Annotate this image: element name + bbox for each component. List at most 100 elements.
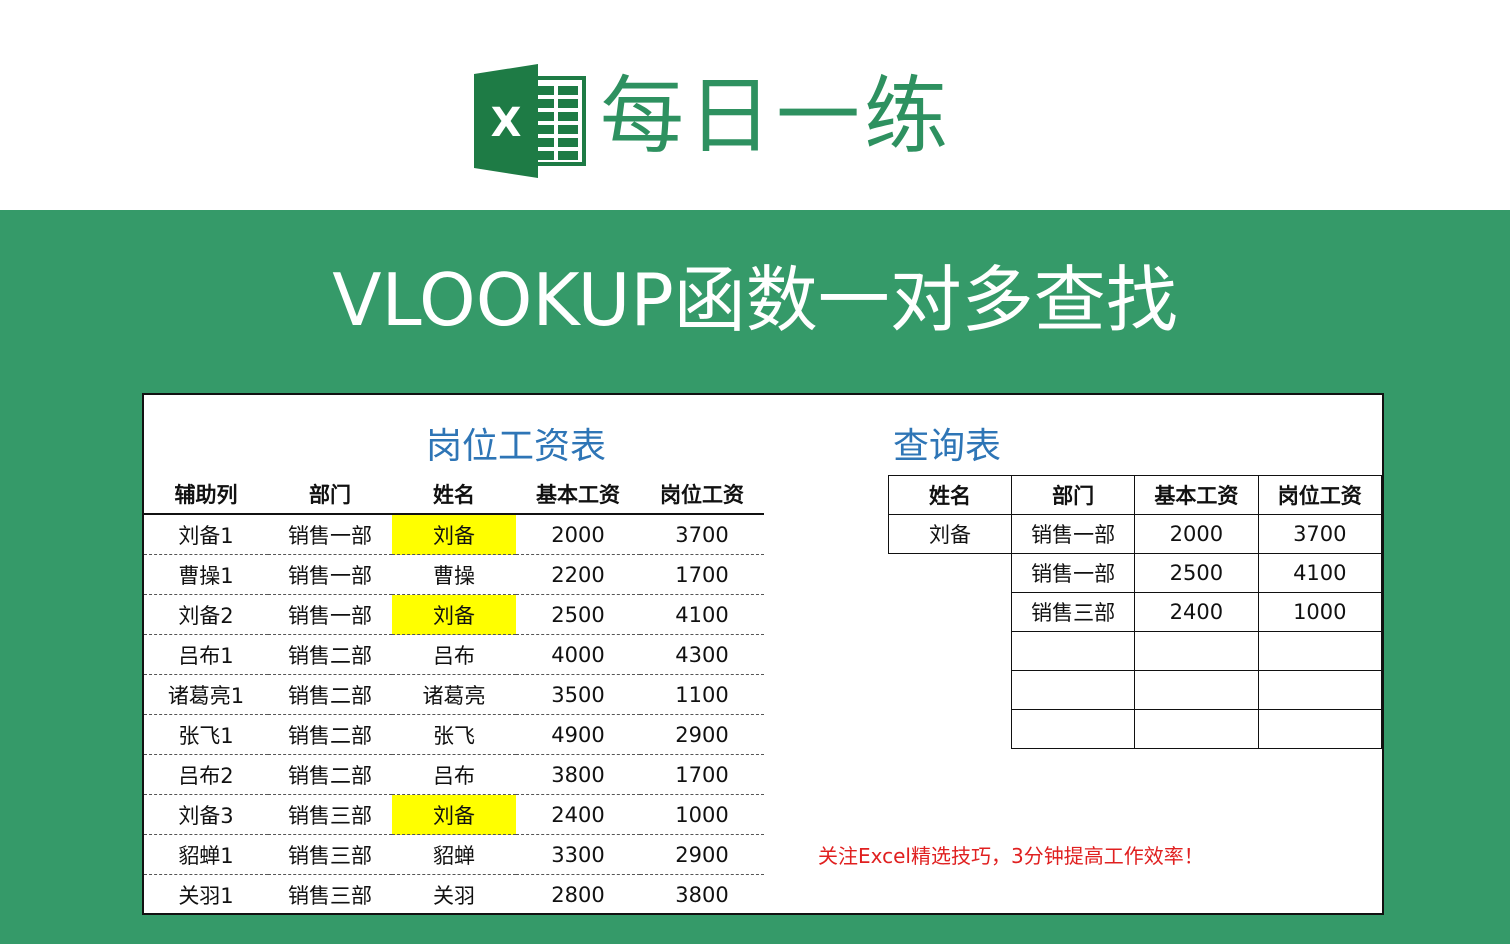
table-cell[interactable]: 吕布 bbox=[392, 634, 516, 675]
query-header-name[interactable]: 姓名 bbox=[887, 475, 1013, 515]
table-cell[interactable]: 2900 bbox=[640, 834, 764, 875]
query-cell[interactable] bbox=[1257, 631, 1383, 671]
table-cell[interactable]: 3700 bbox=[640, 514, 764, 555]
table-row: 曹操1 销售一部 曹操 2200 1700 bbox=[144, 554, 764, 595]
query-row: 销售三部 2400 1000 bbox=[888, 592, 1383, 632]
table-cell[interactable]: 3300 bbox=[516, 834, 640, 875]
table-cell[interactable]: 2000 bbox=[516, 514, 640, 555]
table-cell[interactable]: 张飞1 bbox=[144, 714, 268, 755]
table-cell[interactable]: 诸葛亮 bbox=[392, 674, 516, 715]
query-cell[interactable]: 销售一部 bbox=[1011, 553, 1136, 593]
query-cell[interactable] bbox=[1257, 670, 1383, 710]
query-row bbox=[888, 670, 1383, 710]
table-cell[interactable]: 刘备2 bbox=[144, 594, 268, 635]
table-cell[interactable]: 貂蝉1 bbox=[144, 834, 268, 875]
query-header-row: 姓名 部门 基本工资 岗位工资 bbox=[887, 475, 1383, 515]
table-cell[interactable]: 销售二部 bbox=[268, 754, 392, 795]
table-cell[interactable]: 3500 bbox=[516, 674, 640, 715]
table-row: 吕布2 销售二部 吕布 3800 1700 bbox=[144, 754, 764, 795]
table-cell[interactable]: 关羽 bbox=[392, 875, 516, 915]
table-row: 貂蝉1 销售三部 貂蝉 3300 2900 bbox=[144, 834, 764, 875]
table-cell[interactable]: 关羽1 bbox=[144, 875, 268, 915]
query-header-base-salary[interactable]: 基本工资 bbox=[1134, 475, 1259, 515]
page-title: VLOOKUP函数一对多查找 bbox=[332, 258, 1178, 342]
query-cell[interactable]: 销售一部 bbox=[1011, 514, 1136, 554]
highlighted-name-cell[interactable]: 刘备 bbox=[392, 514, 516, 555]
table-cell[interactable]: 销售二部 bbox=[268, 674, 392, 715]
table-cell[interactable]: 诸葛亮1 bbox=[144, 674, 268, 715]
header-name[interactable]: 姓名 bbox=[392, 475, 516, 515]
table-cell[interactable]: 4100 bbox=[640, 594, 764, 635]
query-cell[interactable]: 4100 bbox=[1257, 553, 1383, 593]
table-cell[interactable]: 刘备1 bbox=[144, 514, 268, 555]
query-cell[interactable]: 3700 bbox=[1257, 514, 1383, 554]
table-cell[interactable]: 销售三部 bbox=[268, 794, 392, 835]
blank-area bbox=[888, 670, 1013, 710]
query-cell[interactable] bbox=[1134, 631, 1259, 671]
table-row: 刘备2 销售一部 刘备 2500 4100 bbox=[144, 594, 764, 635]
table-cell[interactable]: 3800 bbox=[516, 754, 640, 795]
table-cell[interactable]: 2200 bbox=[516, 554, 640, 595]
table-row: 刘备1 销售一部 刘备 2000 3700 bbox=[144, 514, 764, 555]
header-helper-column[interactable]: 辅助列 bbox=[144, 475, 268, 515]
query-cell[interactable] bbox=[1134, 670, 1259, 710]
table-cell[interactable]: 销售三部 bbox=[268, 834, 392, 875]
table-cell[interactable]: 销售二部 bbox=[268, 714, 392, 755]
query-header-position-salary[interactable]: 岗位工资 bbox=[1257, 475, 1383, 515]
table-cell[interactable]: 销售二部 bbox=[268, 634, 392, 675]
query-cell[interactable] bbox=[1257, 709, 1383, 749]
query-row bbox=[888, 709, 1383, 749]
highlighted-name-cell[interactable]: 刘备 bbox=[392, 794, 516, 835]
query-cell[interactable]: 1000 bbox=[1257, 592, 1383, 632]
query-row bbox=[888, 631, 1383, 671]
query-row: 刘备 销售一部 2000 3700 bbox=[887, 514, 1383, 554]
table-cell[interactable]: 2800 bbox=[516, 875, 640, 915]
table-cell[interactable]: 销售三部 bbox=[268, 875, 392, 915]
table-row: 诸葛亮1 销售二部 诸葛亮 3500 1100 bbox=[144, 674, 764, 715]
highlighted-name-cell[interactable]: 刘备 bbox=[392, 594, 516, 635]
query-table-title: 查询表 bbox=[893, 426, 1002, 467]
table-cell[interactable]: 吕布2 bbox=[144, 754, 268, 795]
excel-logo-icon: X bbox=[474, 64, 586, 178]
table-cell[interactable]: 1700 bbox=[640, 754, 764, 795]
header-position-salary[interactable]: 岗位工资 bbox=[640, 475, 764, 515]
table-row: 吕布1 销售二部 吕布 4000 4300 bbox=[144, 634, 764, 675]
query-cell[interactable] bbox=[1134, 709, 1259, 749]
table-cell[interactable]: 曹操 bbox=[392, 554, 516, 595]
table-cell[interactable]: 张飞 bbox=[392, 714, 516, 755]
query-row: 销售一部 2500 4100 bbox=[888, 553, 1383, 593]
query-cell[interactable] bbox=[1011, 709, 1136, 749]
table-cell[interactable]: 4300 bbox=[640, 634, 764, 675]
header-department[interactable]: 部门 bbox=[268, 475, 392, 515]
table-cell[interactable]: 吕布 bbox=[392, 754, 516, 795]
table-cell[interactable]: 4900 bbox=[516, 714, 640, 755]
table-cell[interactable]: 1100 bbox=[640, 674, 764, 715]
query-cell[interactable]: 销售三部 bbox=[1011, 592, 1136, 632]
header-base-salary[interactable]: 基本工资 bbox=[516, 475, 640, 515]
query-name-input-cell[interactable]: 刘备 bbox=[887, 514, 1013, 554]
follow-notice: 关注Excel精选技巧，3分钟提高工作效率！ bbox=[818, 844, 1204, 868]
query-cell[interactable] bbox=[1011, 631, 1136, 671]
table-cell[interactable]: 2400 bbox=[516, 794, 640, 835]
table-cell[interactable]: 销售一部 bbox=[268, 514, 392, 555]
table-cell[interactable]: 刘备3 bbox=[144, 794, 268, 835]
salary-table-title: 岗位工资表 bbox=[426, 426, 607, 467]
table-cell[interactable]: 曹操1 bbox=[144, 554, 268, 595]
table-cell[interactable]: 1000 bbox=[640, 794, 764, 835]
table-cell[interactable]: 1700 bbox=[640, 554, 764, 595]
table-cell[interactable]: 貂蝉 bbox=[392, 834, 516, 875]
query-header-department[interactable]: 部门 bbox=[1011, 475, 1136, 515]
table-cell[interactable]: 销售一部 bbox=[268, 554, 392, 595]
table-cell[interactable]: 2900 bbox=[640, 714, 764, 755]
query-cell[interactable]: 2000 bbox=[1134, 514, 1259, 554]
brand-title: 每日一练 bbox=[600, 67, 953, 165]
table-cell[interactable]: 3800 bbox=[640, 875, 764, 915]
query-cell[interactable]: 2500 bbox=[1134, 553, 1259, 593]
blank-area bbox=[888, 631, 1013, 671]
table-cell[interactable]: 4000 bbox=[516, 634, 640, 675]
table-cell[interactable]: 销售一部 bbox=[268, 594, 392, 635]
table-cell[interactable]: 2500 bbox=[516, 594, 640, 635]
table-cell[interactable]: 吕布1 bbox=[144, 634, 268, 675]
query-cell[interactable] bbox=[1011, 670, 1136, 710]
query-cell[interactable]: 2400 bbox=[1134, 592, 1259, 632]
